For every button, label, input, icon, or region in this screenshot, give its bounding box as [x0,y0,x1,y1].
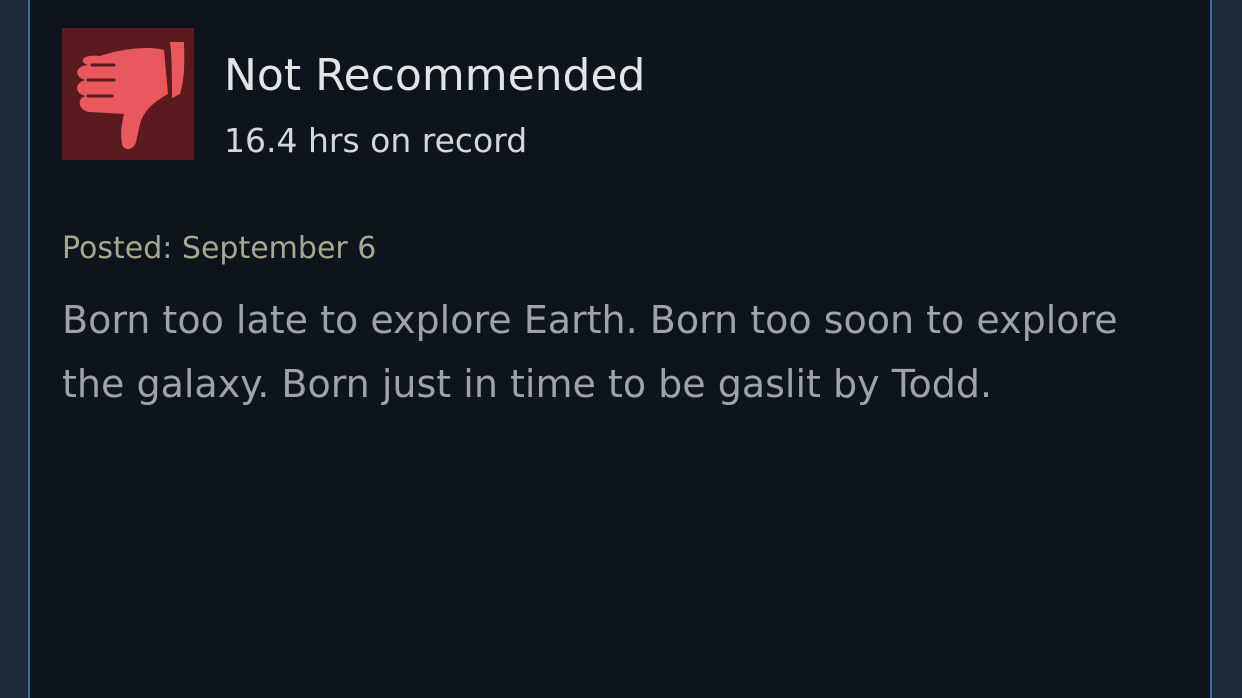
hours-on-record: 16.4 hrs on record [224,121,528,160]
review-page: Not Recommended 16.4 hrs on record Poste… [0,0,1242,698]
thumbs-down-icon [62,28,194,160]
review-verdict: Not Recommended [224,50,646,101]
review-body: Born too late to explore Earth. Born too… [62,298,1118,406]
review-card: Not Recommended 16.4 hrs on record Poste… [28,0,1212,698]
posted-date: Posted: September 6 [62,231,377,266]
